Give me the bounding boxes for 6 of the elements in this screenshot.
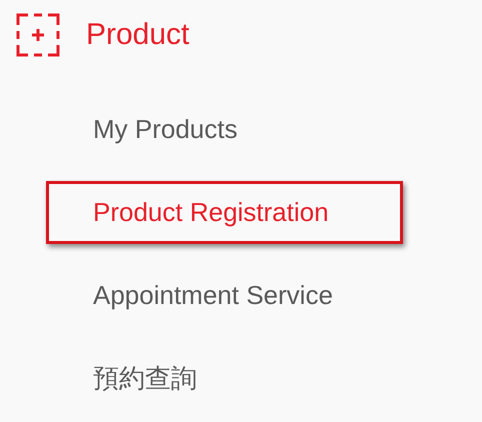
menu-item[interactable]: My Products: [46, 98, 403, 161]
menu-item[interactable]: Product Registration: [46, 181, 403, 244]
menu-item[interactable]: Appointment Service: [46, 264, 403, 327]
add-frame-icon: [16, 13, 60, 57]
section-title: Product: [86, 18, 190, 52]
menu-item[interactable]: 預約查詢: [46, 347, 403, 410]
